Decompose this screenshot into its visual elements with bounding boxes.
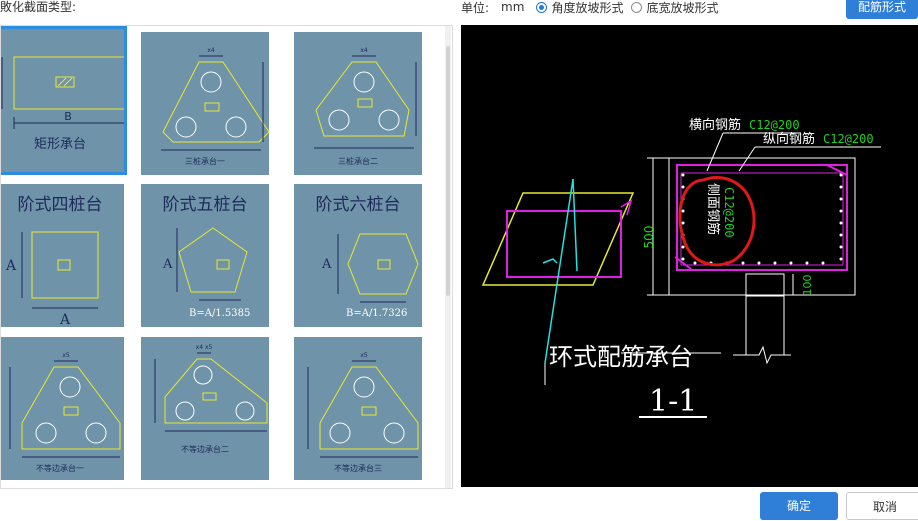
radio-unselected-icon[interactable] bbox=[631, 1, 643, 13]
radio-base-width-slope-label: 底宽放坡形式 bbox=[646, 0, 719, 15]
radio-base-width-slope[interactable]: 底宽放坡形式 bbox=[631, 0, 718, 16]
radio-selected-icon[interactable] bbox=[536, 1, 548, 13]
radio-angle-slope-label: 角度放坡形式 bbox=[551, 0, 624, 15]
formula-text: B=A/1.5385 bbox=[189, 308, 250, 319]
cell-caption: 三桩承台二 bbox=[338, 157, 378, 166]
dim-b-text: B bbox=[64, 110, 72, 123]
cell-caption: 不等边承台一 bbox=[36, 464, 84, 473]
cell-three-pile-cap-2[interactable]: x4 三桩承台二 bbox=[294, 32, 422, 175]
cell-stepped-four-pile[interactable]: 阶式四桩台 A A bbox=[1, 184, 124, 327]
section-marker: 1-1 bbox=[649, 384, 697, 419]
unit-value: mm bbox=[501, 0, 525, 14]
cell-rect-cap[interactable]: B 矩形承台 bbox=[1, 26, 127, 175]
unit-label: 单位: bbox=[461, 0, 490, 15]
dim-top-text: x5 bbox=[360, 352, 368, 359]
dim-a-side: A bbox=[162, 257, 173, 272]
dim-top-text: x4 x5 bbox=[196, 344, 213, 351]
cell-three-pile-cap-1[interactable]: x4 三桩承台一 bbox=[141, 32, 269, 175]
radio-angle-slope[interactable]: 角度放坡形式 bbox=[536, 0, 623, 16]
ok-button[interactable]: 确定 bbox=[760, 492, 838, 520]
stepped-four-pile-diagram: A A bbox=[5, 231, 99, 327]
stepped-six-pile-diagram: A B=A/1.7326 bbox=[321, 233, 419, 319]
preview-drawing: 横向钢筋 C12@200 纵向钢筋 C12@200 侧面钢筋 C12@200 5… bbox=[481, 117, 881, 419]
section-type-label: 敗化截面类型: bbox=[0, 0, 77, 14]
label-longitudinal-rebar: 纵向钢筋 bbox=[763, 131, 815, 147]
three-pile-2-diagram: x4 bbox=[314, 47, 417, 149]
label-horizontal-rebar: 横向钢筋 bbox=[689, 117, 741, 133]
dim-height-text: 500 bbox=[642, 226, 656, 249]
value-side-rebar: C12@200 bbox=[722, 187, 736, 238]
cell-caption: 不等边承台二 bbox=[181, 445, 229, 454]
cell-unequal-cap-1[interactable]: x5 不等边承台一 bbox=[1, 337, 124, 480]
dim-top-text: x4 bbox=[360, 47, 368, 54]
section-type-gallery: B 矩形承台 x4 三桩承台一 x4 三桩承台二 阶式四桩台 A A 阶式五桩台… bbox=[0, 25, 453, 489]
unequal-cap-1-diagram: x5 bbox=[9, 352, 121, 458]
cell-caption: 三桩承台一 bbox=[185, 157, 225, 166]
formula-text: B=A/1.7326 bbox=[346, 308, 407, 319]
value-horizontal-rebar: C12@200 bbox=[749, 118, 800, 132]
unequal-cap-2-diagram: x4 x5 bbox=[154, 344, 268, 432]
dim-top-text: x4 bbox=[207, 47, 215, 54]
cell-stepped-five-pile[interactable]: 阶式五桩台 A B=A/1.5385 bbox=[141, 184, 269, 327]
cancel-button[interactable]: 取消 bbox=[846, 492, 918, 520]
preview-title: 环式配筋承台 bbox=[549, 343, 693, 371]
unequal-cap-3-diagram: x5 bbox=[307, 352, 419, 458]
value-longitudinal-rebar: C12@200 bbox=[823, 132, 874, 146]
rebar-form-button[interactable]: 配筋形式 bbox=[846, 0, 918, 19]
dim-top-text: x5 bbox=[62, 352, 70, 359]
cell-stepped-six-pile[interactable]: 阶式六桩台 A B=A/1.7326 bbox=[294, 184, 422, 327]
dim-a-bottom: A bbox=[59, 312, 71, 327]
cell-caption: 不等边承台三 bbox=[334, 464, 382, 473]
scrollbar-thumb[interactable] bbox=[446, 46, 450, 296]
dim-a-side: A bbox=[321, 257, 332, 272]
three-pile-1-diagram: x4 bbox=[161, 47, 269, 151]
cell-caption: 矩形承台 bbox=[33, 137, 86, 152]
unit-group: 单位: mm 角度放坡形式 底宽放坡形式 bbox=[461, 0, 726, 16]
label-side-rebar: 侧面钢筋 bbox=[705, 183, 721, 235]
cell-unequal-cap-2[interactable]: x4 x5 不等边承台二 bbox=[141, 337, 269, 480]
stepped-five-pile-diagram: A B=A/1.5385 bbox=[162, 227, 250, 319]
gallery-scrollbar[interactable] bbox=[445, 26, 451, 488]
cell-unequal-cap-3[interactable]: x5 不等边承台三 bbox=[294, 337, 422, 480]
dim-a-side: A bbox=[5, 258, 17, 274]
dim-pile-text: 100 bbox=[801, 275, 814, 296]
section-preview-canvas: 横向钢筋 C12@200 纵向钢筋 C12@200 侧面钢筋 C12@200 5… bbox=[461, 25, 918, 487]
